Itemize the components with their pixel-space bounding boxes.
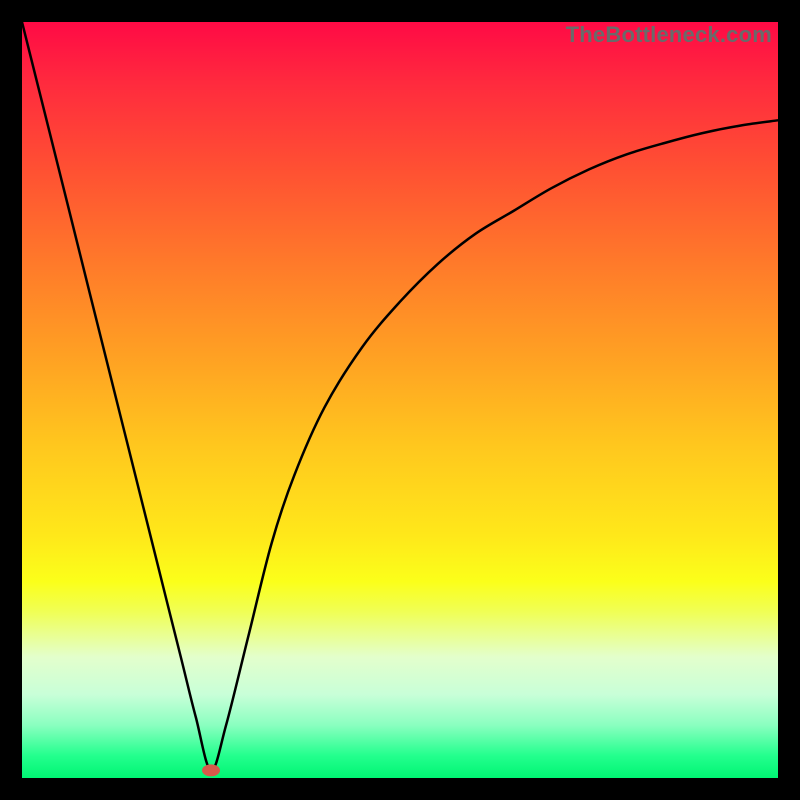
chart-area: TheBottleneck.com <box>22 22 778 778</box>
bottleneck-curve <box>22 22 778 770</box>
chart-svg <box>22 22 778 778</box>
minimum-marker <box>202 764 220 776</box>
